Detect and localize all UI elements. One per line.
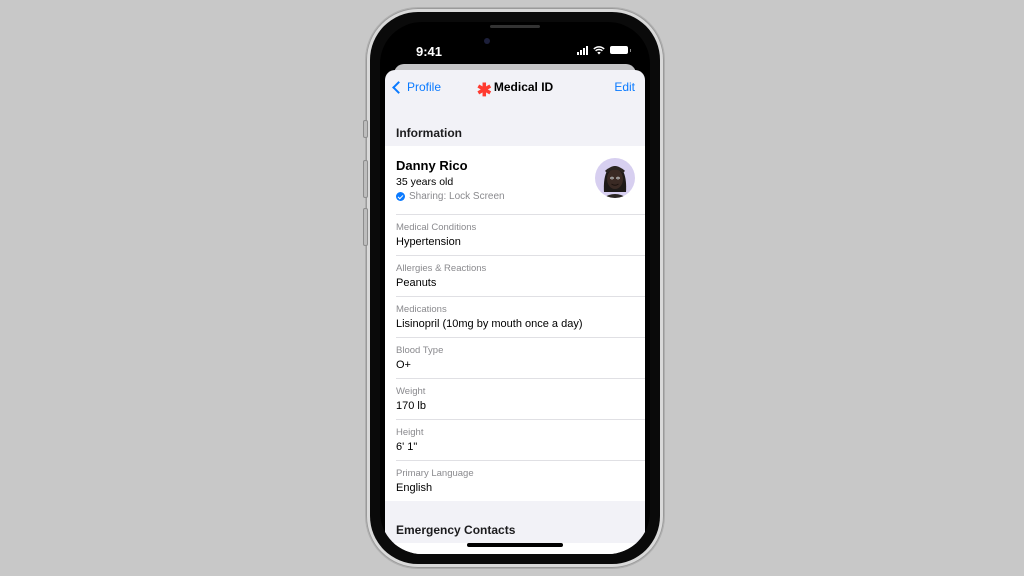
- medical-asterisk-icon: ✱: [476, 80, 492, 100]
- nav-bar: Profile ✱ Medical ID Edit: [385, 70, 645, 108]
- field-label: Primary Language: [396, 468, 474, 479]
- wifi-icon: [593, 45, 605, 54]
- emergency-contacts-header: Emergency Contacts: [396, 523, 516, 537]
- home-indicator[interactable]: [467, 543, 563, 547]
- field-primary-language: Primary Language English: [396, 461, 645, 501]
- sharing-status: Sharing: Lock Screen: [396, 191, 505, 202]
- battery-icon: [610, 46, 631, 54]
- speaker-grille: [490, 25, 540, 28]
- status-icons: [577, 45, 631, 55]
- checkmark-icon: [396, 192, 405, 201]
- volume-up-button: [363, 160, 368, 198]
- field-label: Allergies & Reactions: [396, 263, 487, 274]
- field-value: O+: [396, 359, 411, 371]
- field-label: Weight: [396, 386, 426, 397]
- field-value: 6' 1": [396, 441, 418, 453]
- field-label: Height: [396, 427, 424, 438]
- profile-name: Danny Rico: [396, 158, 468, 173]
- field-weight: Weight 170 lb: [396, 379, 645, 420]
- phone-bezel: 9:41 Profile ✱ Medical ID Edit Informati…: [370, 12, 660, 564]
- field-value: Peanuts: [396, 277, 437, 289]
- avatar: [595, 158, 635, 198]
- field-label: Medical Conditions: [396, 222, 477, 233]
- field-medical-conditions: Medical Conditions Hypertension: [396, 215, 645, 256]
- field-label: Blood Type: [396, 345, 444, 356]
- profile-age: 35 years old: [396, 176, 454, 188]
- information-group: Danny Rico 35 years old Sharing: Lock Sc…: [385, 146, 645, 501]
- field-blood-type: Blood Type O+: [396, 338, 645, 379]
- volume-down-button: [363, 208, 368, 246]
- field-value: English: [396, 482, 433, 494]
- status-time: 9:41: [416, 44, 443, 59]
- field-allergies: Allergies & Reactions Peanuts: [396, 256, 645, 297]
- edit-button[interactable]: Edit: [614, 80, 635, 94]
- phone-frame: 9:41 Profile ✱ Medical ID Edit Informati…: [363, 8, 664, 568]
- field-value: Hypertension: [396, 236, 461, 248]
- signal-icon: [577, 45, 588, 55]
- contact-relation: spouse: [396, 552, 427, 554]
- field-label: Medications: [396, 304, 447, 315]
- medical-id-sheet: Profile ✱ Medical ID Edit Information Dan…: [385, 70, 645, 554]
- field-value: 170 lb: [396, 400, 426, 412]
- sharing-label: Sharing: Lock Screen: [409, 191, 505, 202]
- phone-screen: 9:41 Profile ✱ Medical ID Edit Informati…: [380, 22, 650, 554]
- field-value: Lisinopril (10mg by mouth once a day): [396, 318, 583, 330]
- silent-switch: [363, 120, 368, 138]
- information-header: Information: [396, 126, 462, 140]
- field-height: Height 6' 1": [396, 420, 645, 461]
- field-medications: Medications Lisinopril (10mg by mouth on…: [396, 297, 645, 338]
- front-camera: [484, 38, 490, 44]
- profile-card: Danny Rico 35 years old Sharing: Lock Sc…: [396, 146, 645, 215]
- memoji-avatar-icon: [603, 166, 627, 198]
- title-text: Medical ID: [493, 80, 554, 94]
- page-title: ✱ Medical ID: [385, 80, 645, 99]
